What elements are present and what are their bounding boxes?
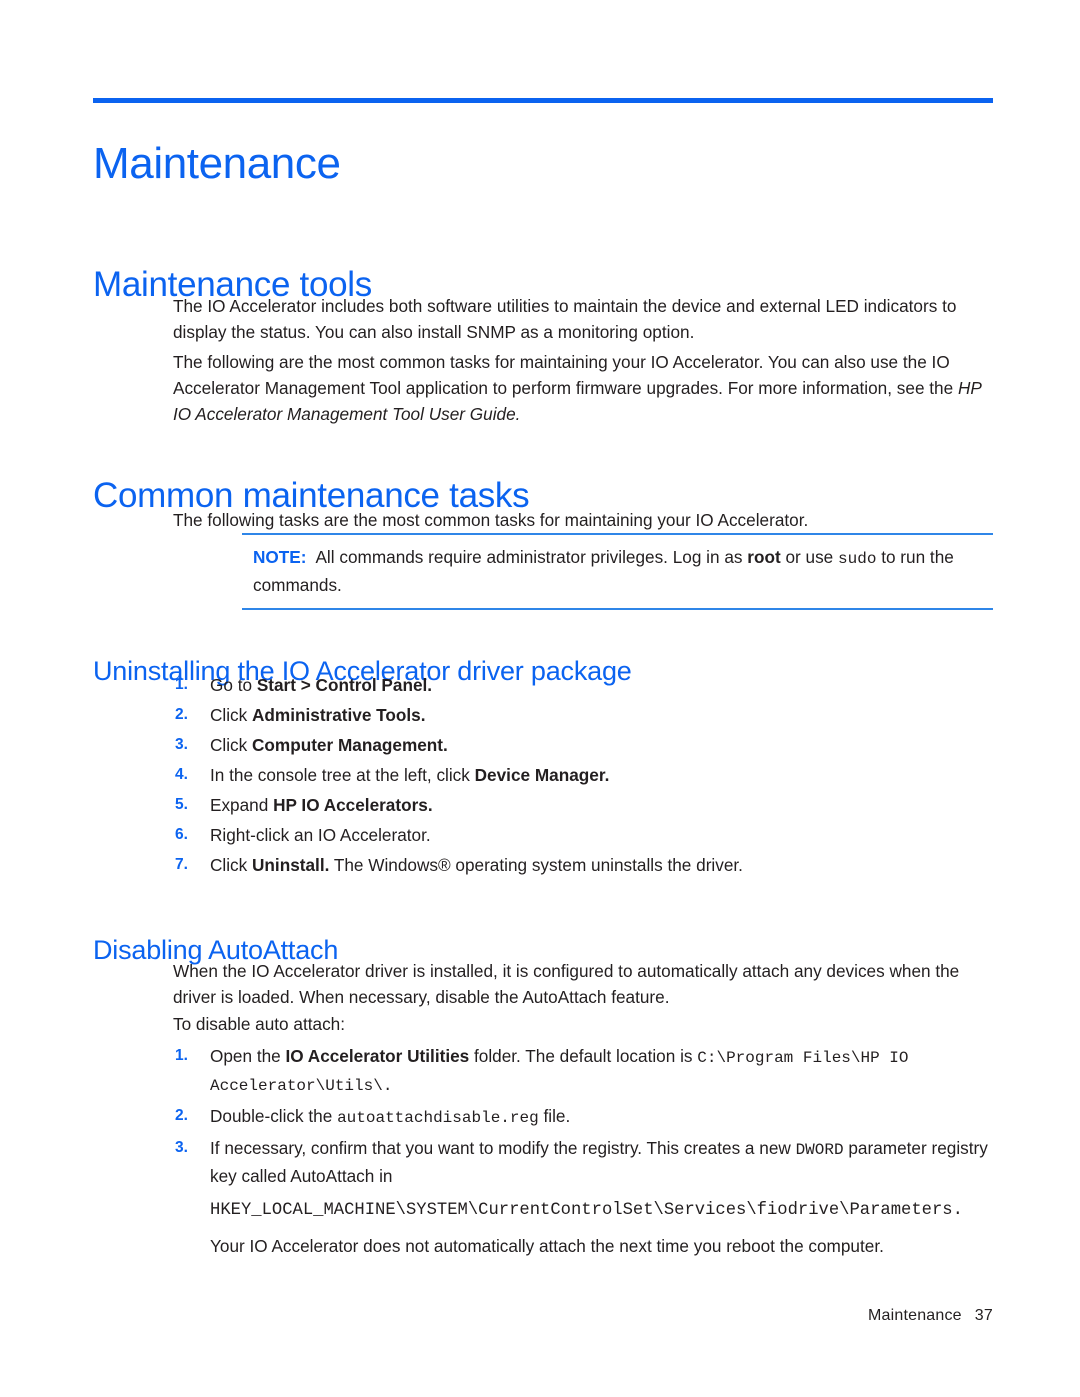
list-item-bold: IO Accelerator Utilities [285, 1046, 470, 1066]
list-item-number: 5. [175, 796, 188, 813]
paragraph-reboot-note: Your IO Accelerator does not automatical… [210, 1236, 884, 1256]
list-item-text-part1: Click [210, 855, 253, 875]
paragraph-autoattach-lead: To disable auto attach: [173, 1014, 345, 1034]
list-item-bold: HP IO Accelerators. [273, 795, 433, 815]
list-item-number: 3. [175, 1139, 188, 1156]
paragraph-block-tools-2: The following are the most common tasks … [173, 349, 993, 427]
document-page: Maintenance Maintenance tools The IO Acc… [0, 0, 1080, 1397]
list-item-bold: Administrative Tools. [252, 705, 426, 725]
paragraph-tools-tasks: The following are the most common tasks … [173, 349, 993, 427]
note-mono-sudo: sudo [838, 550, 877, 568]
footer-page-number: 37 [974, 1307, 993, 1324]
note-callout: NOTE: All commands require administrator … [242, 533, 993, 610]
list-item: 2. Double-click the autoattachdisable.reg… [175, 1103, 993, 1131]
list-item-text-part1: Click [210, 705, 253, 725]
list-item-text-part1: Open the [210, 1046, 286, 1066]
list-item-number: 6. [175, 826, 188, 843]
note-text: NOTE: All commands require administrator … [242, 544, 993, 598]
list-item-text-part1: Right-click an IO Accelerator. [210, 825, 431, 845]
list-item-text-part3: file. [538, 1106, 571, 1126]
registry-key-path: HKEY_LOCAL_MACHINE\SYSTEM\CurrentControl… [210, 1201, 963, 1220]
list-item-number: 3. [175, 736, 188, 753]
footer-chapter-label: Maintenance [867, 1307, 962, 1324]
paragraph-tools-intro: The IO Accelerator includes both softwar… [173, 296, 957, 342]
paragraph-block-auto-2: To disable auto attach: [173, 1011, 993, 1037]
list-item-number: 7. [175, 856, 188, 873]
list-item-text-part2: The Windows® operating system uninstalls… [329, 855, 743, 875]
paragraph-block-auto-1: When the IO Accelerator driver is instal… [173, 958, 993, 1010]
paragraph-block-tools-1: The IO Accelerator includes both softwar… [173, 293, 993, 345]
list-item-number: 2. [175, 706, 188, 723]
list-item-mono-filename: autoattachdisable.reg [337, 1109, 539, 1127]
note-text-part2: or use [780, 547, 839, 567]
paragraph-block-common-1: The following tasks are the most common … [173, 507, 993, 533]
list-item-text-part1: Go to [210, 675, 257, 695]
list-item-text-part2: folder. The default location is [469, 1046, 698, 1066]
list-item: 1. Go to Start > Control Panel. [175, 672, 993, 698]
chapter-title: Maintenance [93, 139, 341, 189]
note-label: NOTE: [253, 547, 307, 567]
list-item: 4. In the console tree at the left, click… [175, 762, 993, 788]
list-item-number: 1. [175, 1047, 188, 1064]
list-item-bold: Device Manager. [474, 765, 610, 785]
uninstall-steps-list: 1. Go to Start > Control Panel. 2. Click A… [175, 672, 993, 882]
list-item: 6. Right-click an IO Accelerator. [175, 822, 993, 848]
page-footer: Maintenance 37 [93, 1307, 993, 1325]
list-item-text-part1: Double-click the [210, 1106, 338, 1126]
note-text-part1: All commands require administrator privi… [315, 547, 748, 567]
paragraph-common-intro: The following tasks are the most common … [173, 510, 809, 530]
list-item: 7. Click Uninstall. The Windows® operatin… [175, 852, 993, 878]
list-item-text-part1: In the console tree at the left, click [210, 765, 475, 785]
list-item: 3. If necessary, confirm that you want to… [175, 1135, 993, 1259]
list-item-bold: Uninstall. [252, 855, 330, 875]
paragraph-autoattach-intro: When the IO Accelerator driver is instal… [173, 961, 960, 1007]
note-bold-root: root [747, 547, 781, 567]
list-item: 2. Click Administrative Tools. [175, 702, 993, 728]
paragraph-tools-tasks-text: The following are the most common tasks … [173, 352, 958, 398]
document-content-area: Maintenance Maintenance tools The IO Acc… [93, 0, 993, 1397]
list-item-number: 2. [175, 1107, 188, 1124]
list-item-number: 1. [175, 676, 188, 693]
list-item-bold: Start > Control Panel. [256, 675, 433, 695]
list-item-text-part1: If necessary, confirm that you want to m… [210, 1138, 796, 1158]
list-item: 3. Click Computer Management. [175, 732, 993, 758]
list-item-bold: Computer Management. [252, 735, 448, 755]
list-item: 5. Expand HP IO Accelerators. [175, 792, 993, 818]
list-item-mono-dword: DWORD [795, 1141, 844, 1159]
list-item: 1. Open the IO Accelerator Utilities fold… [175, 1043, 993, 1099]
autoattach-steps-list: 1. Open the IO Accelerator Utilities fold… [175, 1043, 993, 1263]
list-item-number: 4. [175, 766, 188, 783]
chapter-top-rule [93, 98, 993, 103]
list-item-text-part1: Expand [210, 795, 274, 815]
list-item-text-part1: Click [210, 735, 253, 755]
